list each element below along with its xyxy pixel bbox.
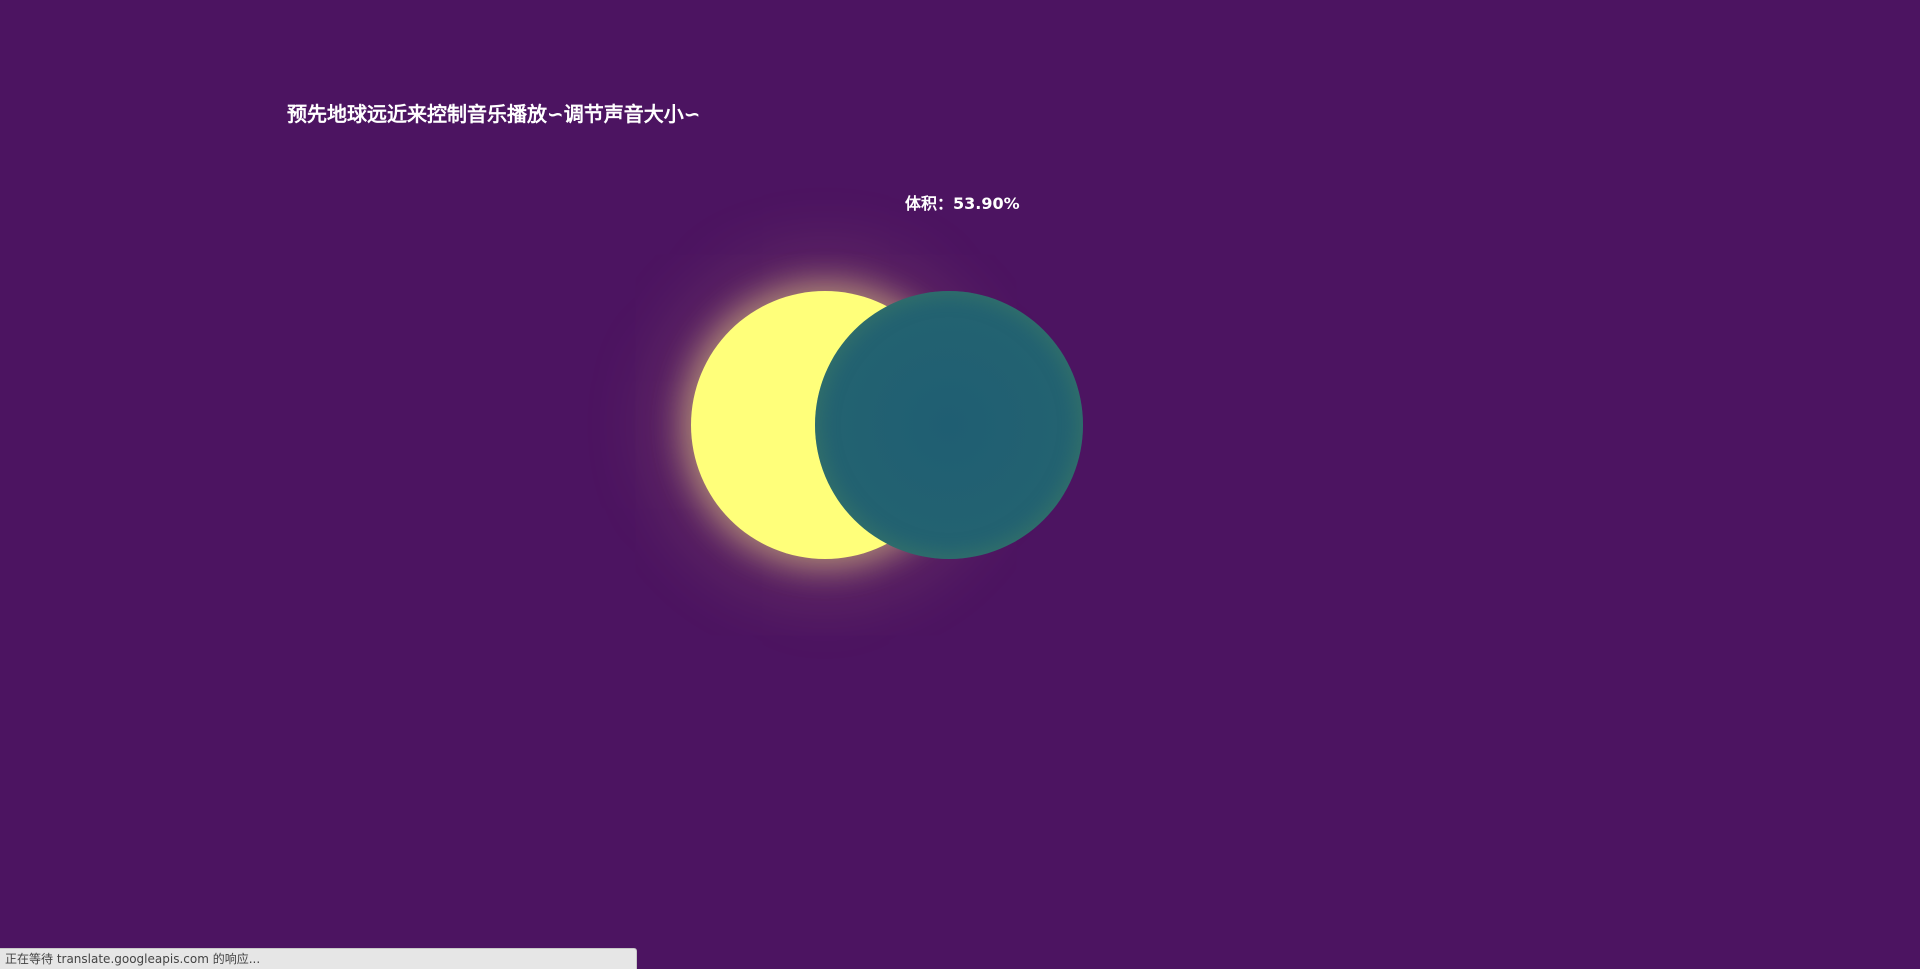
page-canvas: 预先地球远近来控制音乐播放∽调节声音大小∽ 体积：53.90% 正在等待 tra… — [0, 0, 1920, 969]
volume-value: 53.90% — [953, 194, 1020, 213]
browser-status-bar: 正在等待 translate.googleapis.com 的响应... — [0, 948, 637, 969]
volume-label: 体积： — [905, 194, 954, 213]
volume-readout: 体积：53.90% — [905, 193, 1020, 215]
earth-circle-draggable[interactable] — [815, 291, 1083, 559]
instruction-heading: 预先地球远近来控制音乐播放∽调节声音大小∽ — [287, 102, 701, 126]
